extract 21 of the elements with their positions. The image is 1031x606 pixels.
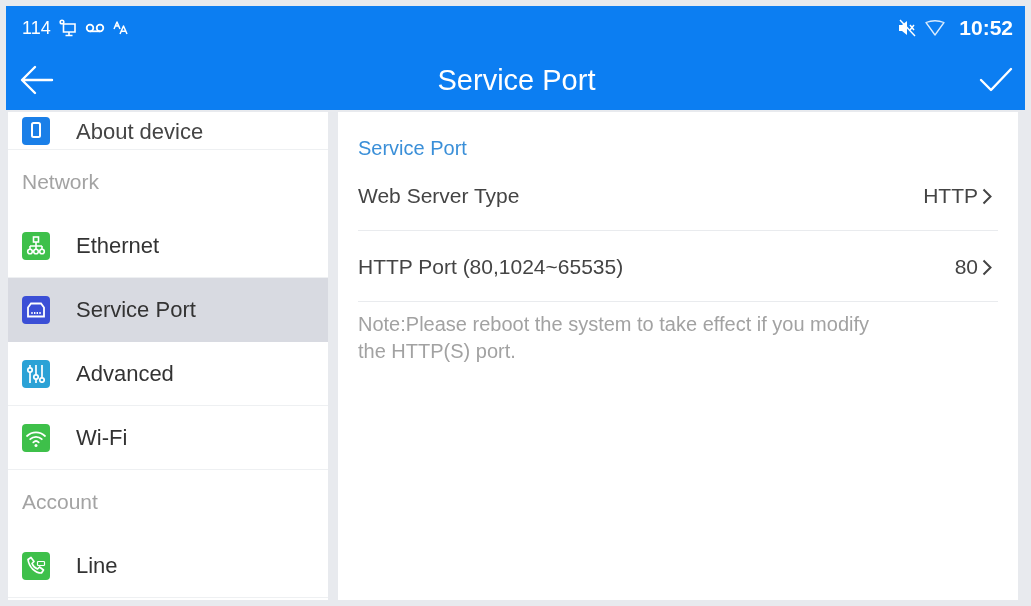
page-title: Service Port (437, 63, 596, 97)
voicemail-icon (84, 23, 105, 33)
chevron-right-icon (982, 187, 992, 205)
font-size-icon (112, 21, 129, 35)
setting-value[interactable]: HTTP (923, 184, 992, 208)
monitor-icon (58, 19, 77, 37)
back-arrow-icon (20, 65, 54, 95)
signal-icon (925, 20, 946, 36)
chevron-right-icon (982, 258, 992, 276)
mute-icon (897, 19, 918, 37)
section-title: Service Port (358, 136, 468, 160)
note-text: Note:Please reboot the system to take effect if you modify the HTTP(S) port. (358, 312, 870, 364)
setting-label: HTTP Port (80,1024~65535) (358, 255, 624, 279)
section-header: Network (21, 169, 101, 195)
checkmark-icon (979, 67, 1013, 93)
setting-value[interactable]: 80 (954, 255, 992, 279)
setting-label: Web Server Type (358, 184, 520, 208)
status-time: 10:52 (959, 16, 1013, 40)
sidebar-item[interactable]: Service Port (8, 278, 328, 342)
extension-number: 114 (22, 17, 51, 39)
section-header: Account (21, 489, 99, 515)
